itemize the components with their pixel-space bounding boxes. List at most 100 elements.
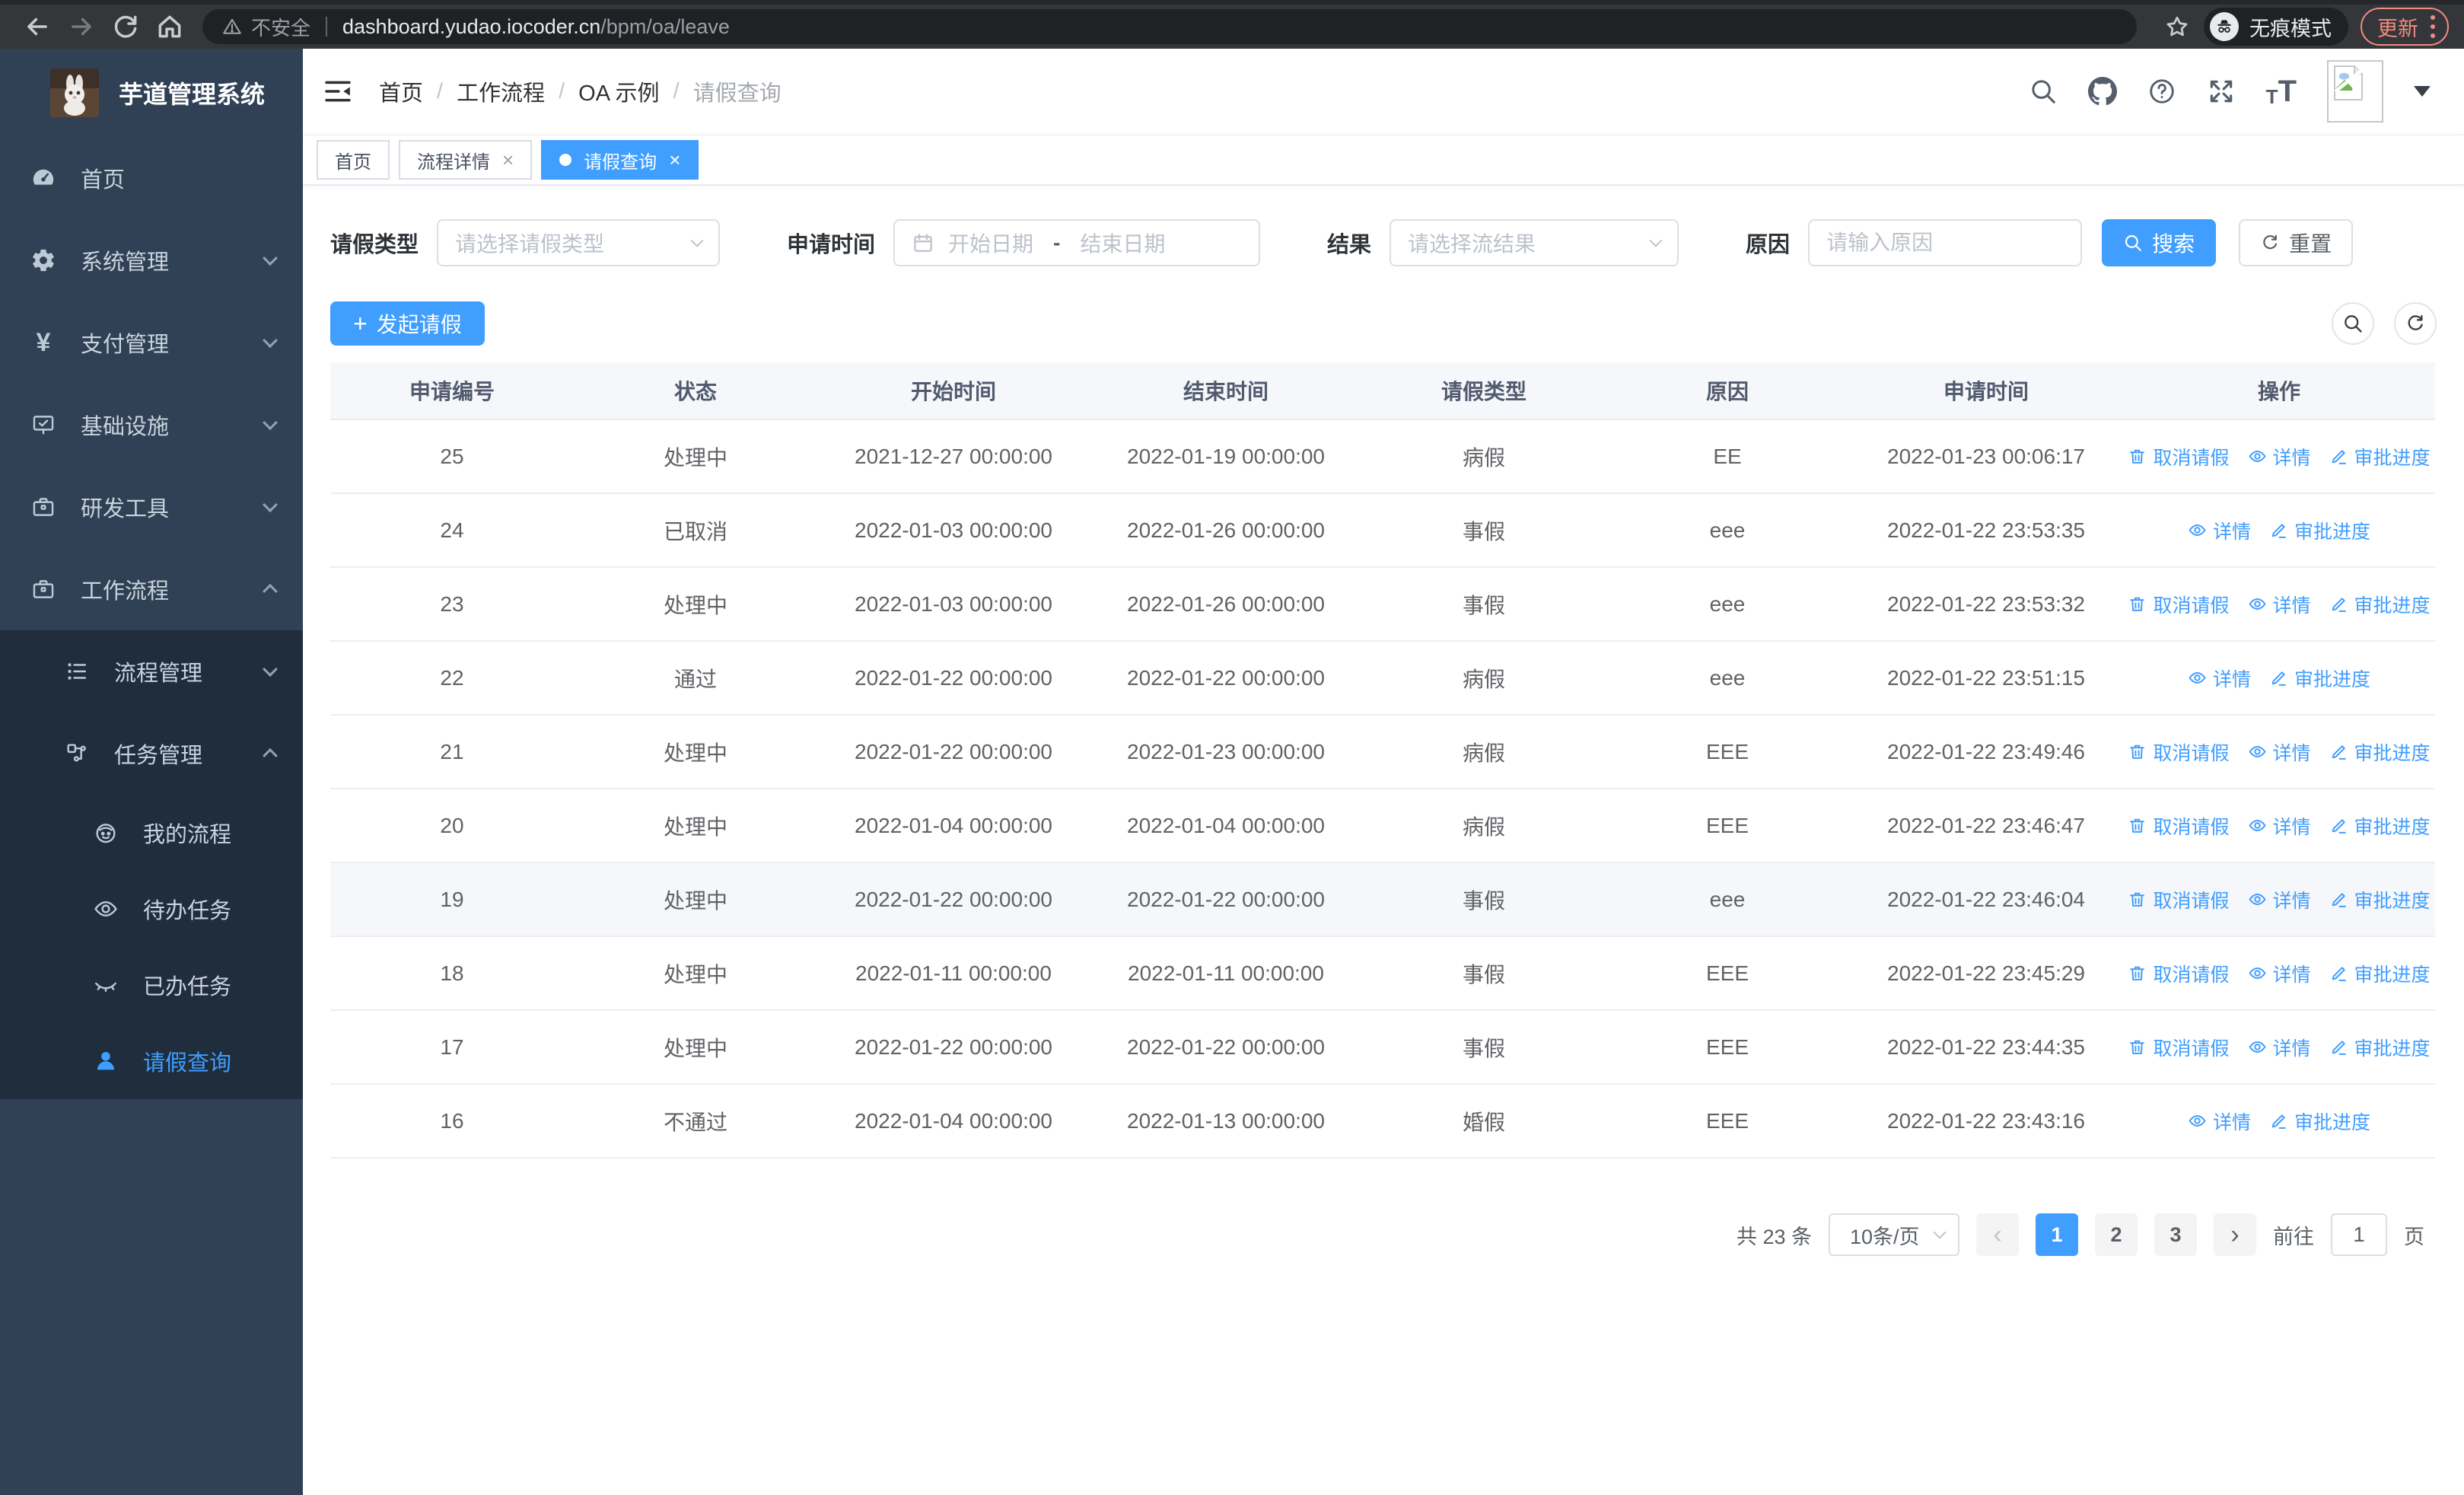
app-shell: 芋道管理系统 首页 系统管理 ¥ 支付管理 基础设施 研发工具 工作流程 流程管…	[0, 49, 2464, 1495]
action-detail-link[interactable]: 详情	[2248, 738, 2311, 766]
action-progress-link[interactable]: 审批进度	[2269, 517, 2370, 544]
help-icon[interactable]	[2147, 77, 2176, 106]
sidebar-item-process-mgmt[interactable]: 流程管理	[0, 630, 303, 712]
github-icon[interactable]	[2087, 77, 2117, 106]
result-select[interactable]: 请选择流结果	[1390, 219, 1679, 266]
page-button-2[interactable]: 2	[2095, 1213, 2138, 1256]
action-detail-link[interactable]: 详情	[2188, 1108, 2251, 1135]
progress-icon	[2269, 668, 2288, 687]
cell-apply-time: 2022-01-22 23:51:15	[1887, 665, 2085, 690]
action-detail-link[interactable]: 详情	[2248, 443, 2311, 470]
action-progress-link[interactable]: 审批进度	[2329, 812, 2431, 840]
action-progress-link[interactable]: 审批进度	[2269, 665, 2370, 692]
cell-actions: 取消请假 详情 审批进度	[2123, 960, 2435, 987]
sidebar-item-task-mgmt[interactable]: 任务管理	[0, 712, 303, 795]
breadcrumb-item-oa[interactable]: OA 示例	[578, 75, 659, 107]
cell-leave-type: 病假	[1462, 741, 1505, 765]
refresh-table-button[interactable]	[2394, 302, 2437, 345]
tab-home[interactable]: 首页	[317, 140, 390, 180]
action-detail-link[interactable]: 详情	[2188, 665, 2251, 692]
bookmark-star-icon[interactable]	[2164, 14, 2190, 40]
cell-start-time: 2022-01-22 00:00:00	[855, 665, 1052, 690]
action-progress-link[interactable]: 审批进度	[2329, 1034, 2431, 1061]
sidebar-item-payment[interactable]: ¥ 支付管理	[0, 301, 303, 384]
security-label[interactable]: 不安全	[251, 13, 310, 41]
chevron-down-icon	[1649, 234, 1663, 247]
sidebar-item-done-tasks[interactable]: 已办任务	[0, 947, 303, 1023]
sidebar-logo-row[interactable]: 芋道管理系统	[0, 49, 303, 137]
cell-apply-id: 23	[440, 591, 464, 616]
next-page-button[interactable]: ›	[2214, 1213, 2256, 1256]
action-progress-link[interactable]: 审批进度	[2329, 738, 2431, 766]
sidebar-item-workflow[interactable]: 工作流程	[0, 548, 303, 630]
progress-icon	[2329, 742, 2348, 761]
avatar[interactable]	[2327, 60, 2383, 123]
action-cancel-link[interactable]: 取消请假	[2128, 960, 2230, 987]
tab-leave-query[interactable]: 请假查询 ×	[541, 140, 699, 180]
browser-update-button[interactable]: 更新	[2361, 8, 2449, 46]
action-detail-link[interactable]: 详情	[2248, 812, 2311, 840]
action-cancel-link[interactable]: 取消请假	[2128, 591, 2230, 618]
apply-time-range-picker[interactable]: 开始日期 - 结束日期	[893, 219, 1261, 266]
reset-button[interactable]: 重置	[2239, 219, 2354, 266]
sidebar-item-infra[interactable]: 基础设施	[0, 384, 303, 466]
action-detail-link[interactable]: 详情	[2248, 1034, 2311, 1061]
sidebar-item-leave-query[interactable]: 请假查询	[0, 1023, 303, 1099]
forward-icon[interactable]	[67, 12, 96, 41]
goto-page-input[interactable]	[2332, 1222, 2386, 1247]
back-icon[interactable]	[23, 12, 52, 41]
cell-apply-time: 2022-01-23 00:06:17	[1887, 444, 2085, 468]
action-cancel-link[interactable]: 取消请假	[2128, 812, 2230, 840]
avatar-caret-icon[interactable]	[2414, 86, 2431, 97]
search-icon[interactable]	[2029, 77, 2058, 106]
reload-icon[interactable]	[111, 12, 140, 41]
toggle-search-button[interactable]	[2332, 302, 2374, 345]
action-cancel-link[interactable]: 取消请假	[2128, 886, 2230, 913]
breadcrumb-item-current: 请假查询	[692, 81, 782, 106]
action-progress-link[interactable]: 审批进度	[2329, 591, 2431, 618]
sidebar-collapse-icon[interactable]	[323, 76, 353, 107]
action-progress-link[interactable]: 审批进度	[2329, 443, 2431, 470]
close-icon[interactable]: ×	[502, 150, 514, 170]
reason-input[interactable]	[1826, 231, 2064, 255]
action-cancel-link[interactable]: 取消请假	[2128, 738, 2230, 766]
home-icon[interactable]	[155, 12, 184, 41]
detail-icon	[2248, 594, 2267, 614]
prev-page-button[interactable]: ‹	[1976, 1213, 2019, 1256]
sidebar-item-system[interactable]: 系统管理	[0, 219, 303, 301]
cell-actions: 详情 审批进度	[2123, 665, 2435, 692]
leave-table: 申请编号 状态 开始时间 结束时间 请假类型 原因 申请时间 操作 25 处理中…	[330, 362, 2435, 1159]
action-detail-link[interactable]: 详情	[2248, 960, 2311, 987]
page-button-3[interactable]: 3	[2154, 1213, 2197, 1256]
font-size-icon[interactable]: TT	[2266, 76, 2297, 107]
column-header: 状态	[673, 380, 717, 403]
breadcrumb-item-home[interactable]: 首页	[379, 75, 423, 107]
tab-process-detail[interactable]: 流程详情 ×	[399, 140, 533, 180]
action-detail-link[interactable]: 详情	[2248, 591, 2311, 618]
table-row: 24 已取消 2022-01-03 00:00:00 2022-01-26 00…	[330, 494, 2435, 568]
action-progress-link[interactable]: 审批进度	[2329, 960, 2431, 987]
action-progress-link[interactable]: 审批进度	[2269, 1108, 2370, 1135]
action-cancel-link[interactable]: 取消请假	[2128, 443, 2230, 470]
update-label[interactable]: 更新	[2377, 12, 2418, 42]
close-icon[interactable]: ×	[669, 150, 680, 170]
browser-menu-icon[interactable]	[2431, 15, 2435, 38]
sidebar-item-home[interactable]: 首页	[0, 137, 303, 219]
page-size-select[interactable]: 10条/页	[1829, 1213, 1959, 1256]
sidebar-item-devtools[interactable]: 研发工具	[0, 466, 303, 548]
create-leave-button[interactable]: + 发起请假	[330, 301, 485, 346]
action-progress-link[interactable]: 审批进度	[2329, 886, 2431, 913]
action-cancel-link[interactable]: 取消请假	[2128, 1034, 2230, 1061]
page-button-1[interactable]: 1	[2036, 1213, 2078, 1256]
fullscreen-icon[interactable]	[2207, 77, 2236, 106]
robot-face-icon	[93, 820, 119, 846]
search-button[interactable]: 搜索	[2102, 219, 2217, 266]
action-detail-link[interactable]: 详情	[2248, 886, 2311, 913]
leave-type-select[interactable]: 请选择请假类型	[437, 219, 721, 266]
sidebar-item-todo-tasks[interactable]: 待办任务	[0, 871, 303, 947]
cell-status: 处理中	[663, 1036, 727, 1060]
sidebar-item-my-process[interactable]: 我的流程	[0, 795, 303, 871]
breadcrumb-item-workflow[interactable]: 工作流程	[457, 75, 545, 107]
address-bar[interactable]: 不安全 dashboard.yudao.iocoder.cn/bpm/oa/le…	[202, 9, 2137, 44]
action-detail-link[interactable]: 详情	[2188, 517, 2251, 544]
